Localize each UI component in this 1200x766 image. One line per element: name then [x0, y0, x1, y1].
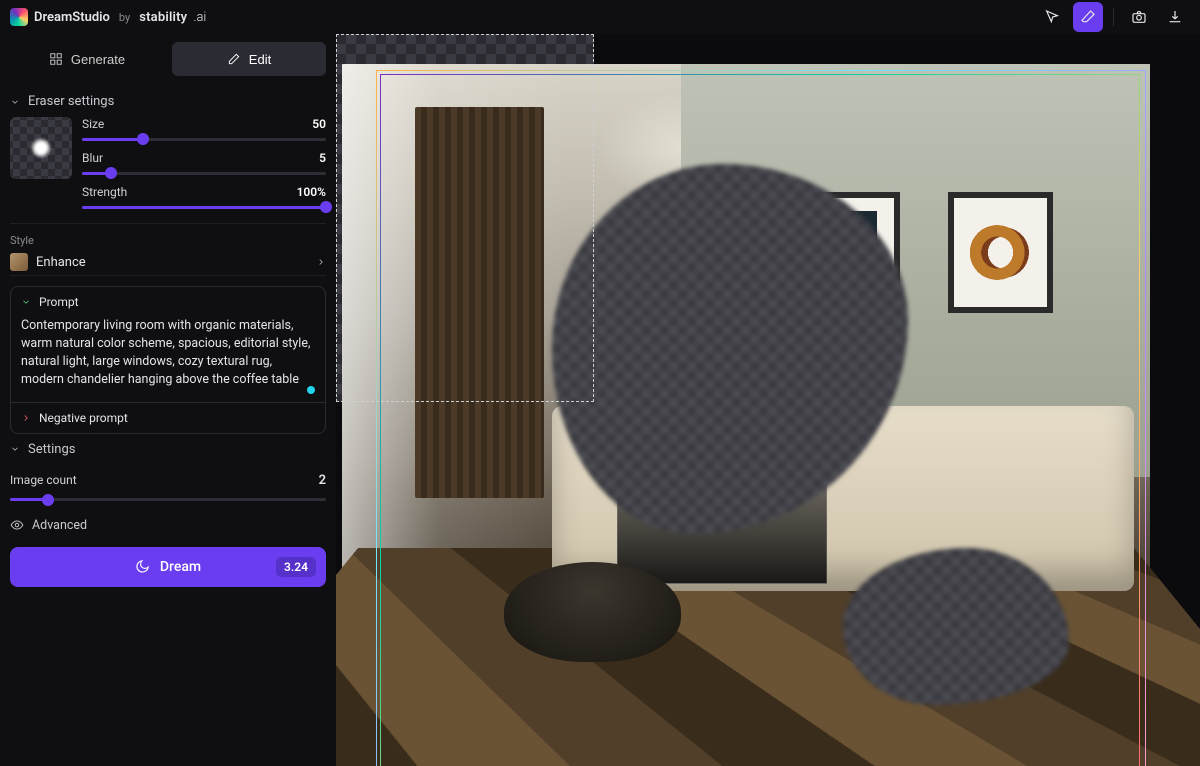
snapshot-button[interactable] — [1124, 2, 1154, 32]
strength-slider-row: Strength 100% — [82, 185, 326, 213]
prompt-header[interactable]: Prompt — [11, 287, 325, 317]
size-value: 50 — [312, 117, 326, 131]
prompt-card: Prompt Contemporary living room with org… — [10, 286, 326, 434]
cursor-icon — [1044, 9, 1060, 25]
eye-icon — [10, 518, 24, 532]
chevron-right-icon — [21, 413, 31, 423]
size-label: Size — [82, 117, 104, 131]
blur-slider-row: Blur 5 — [82, 151, 326, 179]
canvas-tools — [1037, 2, 1190, 32]
tool-divider — [1113, 8, 1114, 26]
brand-secondary: stability — [139, 10, 187, 25]
image-count-slider[interactable] — [10, 494, 326, 506]
prompt-text: Contemporary living room with organic ma… — [21, 318, 310, 387]
download-button[interactable] — [1160, 2, 1190, 32]
blur-label: Blur — [82, 151, 103, 165]
select-tool-button[interactable] — [1037, 2, 1067, 32]
style-selected: Enhance — [36, 255, 308, 270]
prompt-heading-label: Prompt — [39, 295, 79, 309]
brush-dot-icon — [31, 138, 51, 158]
negative-prompt-header[interactable]: Negative prompt — [11, 403, 325, 433]
dream-label: Dream — [160, 559, 201, 575]
image-count-value: 2 — [319, 473, 326, 488]
grid-icon — [49, 52, 63, 66]
canvas-image[interactable] — [342, 64, 1150, 766]
chevron-down-icon — [10, 97, 20, 107]
eraser-settings-header[interactable]: Eraser settings — [10, 86, 326, 117]
style-label: Style — [10, 234, 326, 247]
eraser-settings-label: Eraser settings — [28, 94, 114, 109]
download-icon — [1167, 9, 1183, 25]
chevron-right-icon — [316, 257, 326, 267]
style-section: Style Enhance — [10, 224, 326, 276]
tab-generate[interactable]: Generate — [10, 42, 164, 76]
settings-header[interactable]: Settings — [10, 434, 326, 465]
blur-value: 5 — [319, 151, 326, 165]
tab-generate-label: Generate — [71, 52, 125, 67]
settings-label: Settings — [28, 442, 75, 457]
image-count-label: Image count — [10, 473, 77, 487]
tab-edit[interactable]: Edit — [172, 42, 326, 76]
erased-region — [843, 548, 1069, 705]
app-header: DreamStudio by stability .ai — [0, 0, 1200, 34]
dream-button[interactable]: Dream 3.24 — [10, 547, 326, 587]
logo-icon — [10, 8, 28, 26]
moon-icon — [135, 559, 150, 574]
erase-tool-button[interactable] — [1073, 2, 1103, 32]
strength-label: Strength — [82, 185, 127, 199]
brand-by: by — [119, 11, 130, 24]
strength-slider[interactable] — [82, 201, 326, 213]
brand: DreamStudio by stability .ai — [10, 8, 206, 26]
chevron-down-icon — [10, 444, 20, 454]
size-slider-row: Size 50 — [82, 117, 326, 145]
left-sidebar: Generate Edit Eraser settings Size 50 — [0, 34, 336, 766]
wall-art-icon — [948, 192, 1053, 313]
strength-value: 100% — [297, 185, 326, 199]
edit-icon — [227, 52, 241, 66]
image-count-row: Image count 2 — [10, 465, 326, 496]
camera-icon — [1131, 9, 1147, 25]
eraser-settings: Size 50 Blur 5 — [10, 117, 326, 224]
advanced-label: Advanced — [32, 518, 87, 533]
mode-tabs: Generate Edit — [10, 42, 326, 76]
text-cursor-icon — [307, 386, 315, 394]
brand-primary: DreamStudio — [34, 10, 110, 25]
negative-prompt-label: Negative prompt — [39, 411, 128, 425]
dream-cost: 3.24 — [276, 557, 316, 577]
blur-slider[interactable] — [82, 167, 326, 179]
canvas[interactable] — [336, 34, 1200, 766]
prompt-textarea[interactable]: Contemporary living room with organic ma… — [11, 317, 325, 402]
style-thumb-icon — [10, 253, 28, 271]
brand-suffix: .ai — [193, 10, 206, 25]
advanced-toggle[interactable]: Advanced — [10, 512, 326, 547]
eraser-icon — [1080, 9, 1096, 25]
size-slider[interactable] — [82, 133, 326, 145]
style-select[interactable]: Enhance — [10, 253, 326, 271]
tab-edit-label: Edit — [249, 52, 271, 67]
chevron-down-icon — [21, 297, 31, 307]
brush-preview — [10, 117, 72, 179]
